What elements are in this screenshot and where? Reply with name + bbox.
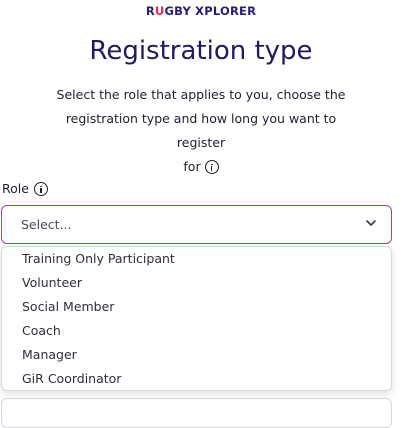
brand-logo: RUGBY XPLORER bbox=[0, 4, 402, 18]
brand-logo-suffix: GBY XPLORER bbox=[164, 4, 257, 18]
role-dropdown-menu: Training Only Participant Volunteer Soci… bbox=[1, 246, 392, 391]
role-option-coach[interactable]: Coach bbox=[2, 319, 391, 343]
role-option-manager[interactable]: Manager bbox=[2, 343, 391, 367]
intro-line-1: Select the role that applies to you, cho… bbox=[56, 87, 346, 102]
page-title: Registration type bbox=[89, 36, 313, 66]
role-label: Role bbox=[2, 181, 29, 196]
role-option-gir-coordinator[interactable]: GiR Coordinator bbox=[2, 367, 391, 391]
role-select-value: Select... bbox=[21, 217, 72, 232]
role-option-volunteer[interactable]: Volunteer bbox=[2, 271, 391, 295]
intro-line-2: registration type and how long you want … bbox=[65, 111, 337, 150]
info-icon[interactable] bbox=[33, 182, 48, 196]
role-option-social-member[interactable]: Social Member bbox=[2, 295, 391, 319]
role-select[interactable]: Select... bbox=[1, 205, 392, 244]
intro-line-3-container: for bbox=[40, 155, 362, 179]
brand-logo-prefix: R bbox=[145, 4, 155, 18]
intro-text: Select the role that applies to you, cho… bbox=[40, 83, 362, 179]
chevron-down-icon bbox=[366, 220, 376, 226]
info-icon[interactable] bbox=[204, 160, 219, 174]
next-field[interactable] bbox=[1, 398, 392, 428]
intro-line-3: for bbox=[183, 159, 201, 174]
role-label-row: Role bbox=[2, 181, 48, 196]
role-option-training-only-participant[interactable]: Training Only Participant bbox=[2, 247, 391, 271]
